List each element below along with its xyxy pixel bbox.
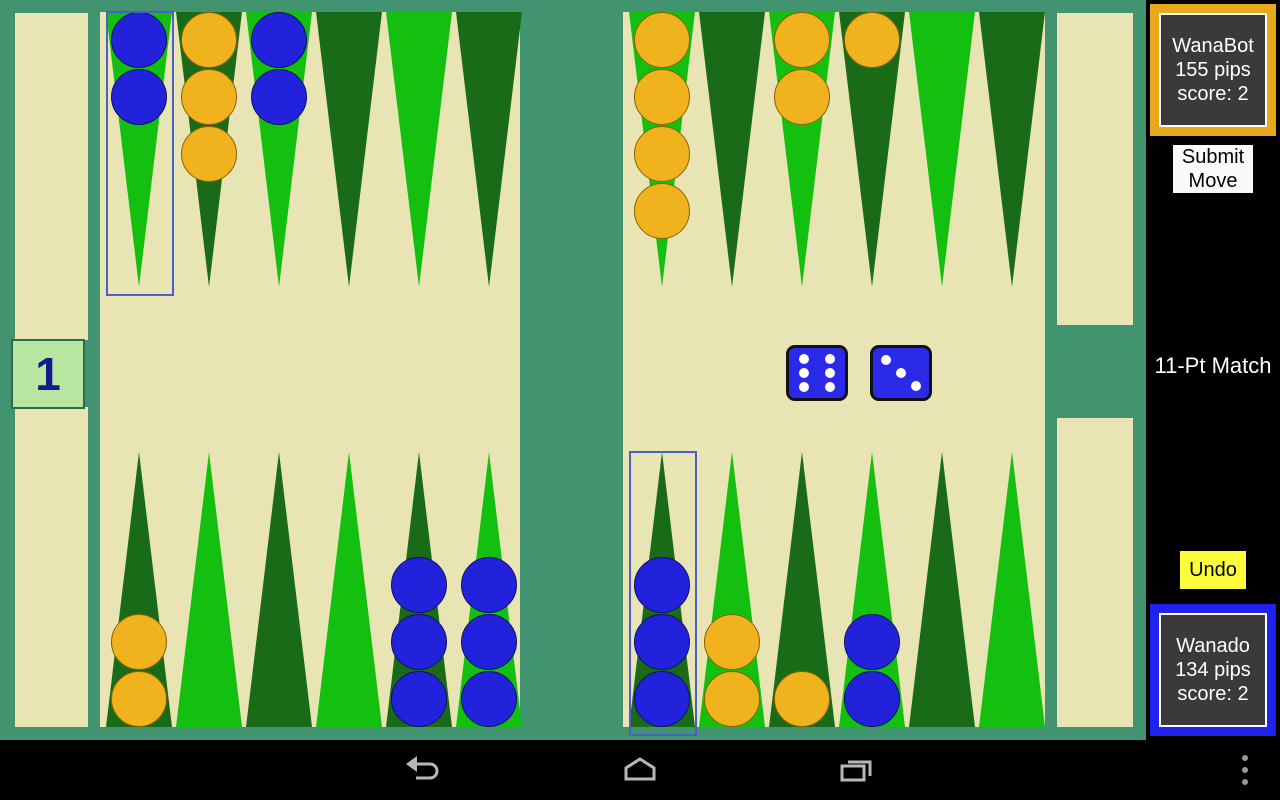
top-player-score: score: 2 (1177, 83, 1249, 105)
checker-orange[interactable] (111, 671, 167, 727)
app-root: 1 WanaBot 155 pips score: 2 Submit Move … (0, 0, 1280, 800)
checker-blue[interactable] (844, 671, 900, 727)
checker-orange[interactable] (774, 12, 830, 68)
board-point-tl-4[interactable] (314, 12, 384, 287)
checker-orange[interactable] (634, 69, 690, 125)
bear-off-tray-top-left[interactable] (15, 13, 88, 340)
bottom-player-info: Wanado 134 pips score: 2 (1159, 613, 1267, 727)
checker-blue[interactable] (251, 69, 307, 125)
die-pip (799, 368, 810, 378)
checker-orange[interactable] (634, 12, 690, 68)
board-point-tr-2[interactable] (697, 12, 767, 287)
board-point-tl-6[interactable] (454, 12, 524, 287)
die-pip (824, 382, 835, 392)
die-pip (824, 368, 835, 378)
checker-blue[interactable] (461, 557, 517, 613)
board-point-bl-2[interactable] (174, 452, 244, 727)
bottom-player-panel[interactable]: Wanado 134 pips score: 2 (1150, 604, 1276, 736)
board-point-br-5[interactable] (907, 452, 977, 727)
bear-off-tray-bottom-left[interactable] (15, 407, 88, 727)
checker-orange[interactable] (704, 671, 760, 727)
recents-icon[interactable] (812, 740, 902, 800)
backgammon-board[interactable]: 1 (0, 0, 1146, 740)
checker-orange[interactable] (634, 183, 690, 239)
die-pip (799, 382, 810, 392)
undo-button[interactable]: Undo (1180, 551, 1246, 589)
die-pip (910, 381, 921, 391)
board-point-tl-5[interactable] (384, 12, 454, 287)
board-point-bl-4[interactable] (314, 452, 384, 727)
bottom-player-score: score: 2 (1177, 683, 1249, 705)
side-panel: WanaBot 155 pips score: 2 Submit Move 11… (1146, 0, 1280, 740)
die-pip (799, 354, 810, 364)
die-pip (824, 354, 835, 364)
match-length-label: 11-Pt Match (1154, 353, 1272, 378)
board-point-bl-3[interactable] (244, 452, 314, 727)
submit-move-line2: Move (1188, 170, 1238, 192)
checker-orange[interactable] (111, 614, 167, 670)
checker-orange[interactable] (181, 69, 237, 125)
doubling-cube[interactable]: 1 (11, 339, 85, 409)
board-point-br-6[interactable] (977, 452, 1047, 727)
checker-orange[interactable] (774, 69, 830, 125)
checker-orange[interactable] (181, 126, 237, 182)
bottom-player-pips: 134 pips (1175, 659, 1251, 681)
checker-orange[interactable] (181, 12, 237, 68)
checker-blue[interactable] (461, 614, 517, 670)
bottom-player-name: Wanado (1176, 635, 1250, 657)
checker-orange[interactable] (844, 12, 900, 68)
die-pip (896, 368, 906, 378)
doubling-cube-value: 1 (35, 348, 61, 400)
top-player-pips: 155 pips (1175, 59, 1251, 81)
top-player-panel[interactable]: WanaBot 155 pips score: 2 (1150, 4, 1276, 136)
checker-orange[interactable] (774, 671, 830, 727)
undo-button-label: Undo (1189, 558, 1237, 581)
checker-orange[interactable] (704, 614, 760, 670)
die-1[interactable] (786, 345, 848, 401)
board-point-tr-6[interactable] (977, 12, 1047, 287)
submit-move-line1: Submit (1181, 146, 1245, 168)
home-icon[interactable] (595, 740, 685, 800)
top-player-info: WanaBot 155 pips score: 2 (1159, 13, 1267, 127)
android-navigation-bar (0, 740, 1280, 800)
top-player-name: WanaBot (1172, 35, 1254, 57)
die-2[interactable] (870, 345, 932, 401)
checker-blue[interactable] (391, 614, 447, 670)
point-highlight-br-1 (629, 451, 697, 736)
bear-off-tray-top-right[interactable] (1057, 13, 1133, 325)
submit-move-button[interactable]: Submit Move (1173, 145, 1253, 193)
checker-orange[interactable] (634, 126, 690, 182)
checker-blue[interactable] (251, 12, 307, 68)
point-highlight-tl-1 (106, 11, 174, 296)
back-icon[interactable] (378, 740, 468, 800)
checker-blue[interactable] (391, 671, 447, 727)
checker-blue[interactable] (844, 614, 900, 670)
bear-off-tray-bottom-right[interactable] (1057, 418, 1133, 727)
checker-blue[interactable] (391, 557, 447, 613)
checker-blue[interactable] (461, 671, 517, 727)
die-pip (881, 355, 892, 365)
overflow-menu-icon[interactable] (1215, 740, 1275, 800)
board-point-tr-5[interactable] (907, 12, 977, 287)
